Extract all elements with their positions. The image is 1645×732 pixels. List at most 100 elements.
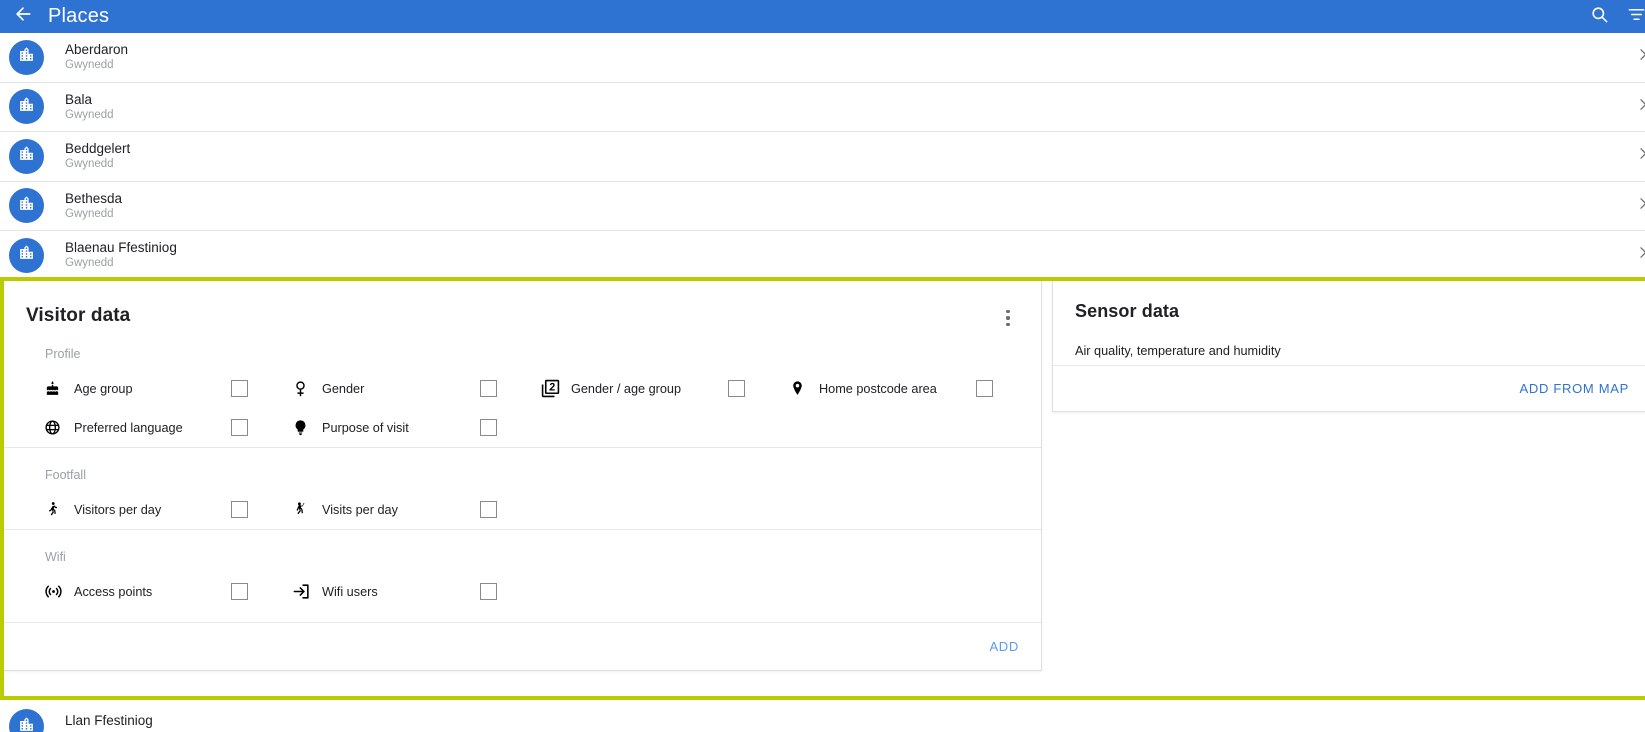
place-region: Gwynedd bbox=[65, 59, 114, 72]
place-list-item[interactable]: Bala Gwynedd bbox=[0, 82, 1645, 132]
place-list-item-partial[interactable]: Llan Ffestiniog bbox=[0, 696, 1645, 732]
option-checkbox[interactable] bbox=[231, 380, 248, 397]
option-checkbox[interactable] bbox=[480, 380, 497, 397]
avatar bbox=[9, 138, 44, 174]
option-label: Preferred language bbox=[74, 420, 183, 435]
login-arrow-icon bbox=[292, 582, 322, 601]
location-city-icon bbox=[18, 716, 35, 732]
data-panels: Visitor data Profile Age group Gender Ge… bbox=[3, 280, 1645, 697]
walking-person-icon bbox=[44, 501, 74, 518]
option-checkbox[interactable] bbox=[231, 419, 248, 436]
avatar bbox=[9, 39, 44, 75]
footfall-options-grid: Visitors per day Visits per day bbox=[26, 486, 1019, 529]
option-label: Visits per day bbox=[322, 502, 398, 517]
avatar bbox=[9, 188, 44, 224]
section-label-wifi: Wifi bbox=[45, 550, 66, 564]
option-gender-age-group[interactable]: Gender / age group bbox=[523, 369, 771, 408]
avatar bbox=[9, 237, 44, 273]
waving-person-icon bbox=[292, 501, 322, 518]
place-list-item[interactable]: Aberdaron Gwynedd bbox=[0, 33, 1645, 83]
visitor-card-header: Visitor data bbox=[4, 281, 1041, 327]
arrow-back-icon bbox=[13, 4, 33, 29]
option-label: Access points bbox=[74, 584, 153, 599]
wifi-options-grid: Access points Wifi users bbox=[26, 568, 1019, 611]
add-button[interactable]: ADD bbox=[989, 639, 1019, 654]
option-access-points[interactable]: Access points bbox=[26, 572, 274, 611]
place-name: Bethesda bbox=[65, 190, 123, 206]
search-button[interactable] bbox=[1577, 0, 1621, 33]
location-city-icon bbox=[18, 244, 35, 266]
more-vert-icon[interactable] bbox=[998, 308, 1018, 328]
place-text: Beddgelert Gwynedd bbox=[65, 140, 130, 172]
option-gender[interactable]: Gender bbox=[274, 369, 523, 408]
filter-list-icon bbox=[1627, 5, 1645, 29]
option-wifi-users[interactable]: Wifi users bbox=[274, 572, 523, 611]
option-label: Home postcode area bbox=[819, 381, 937, 396]
place-text: Bethesda Gwynedd bbox=[65, 190, 122, 222]
option-purpose-of-visit[interactable]: Purpose of visit bbox=[274, 408, 523, 447]
sensor-card-description: Air quality, temperature and humidity bbox=[1075, 344, 1281, 358]
lightbulb-icon bbox=[292, 419, 322, 436]
place-region: Gwynedd bbox=[65, 257, 114, 270]
section-footfall: Footfall Visitors per day Visits per day bbox=[4, 448, 1041, 529]
section-label-footfall: Footfall bbox=[45, 468, 86, 482]
app-bar: Places bbox=[0, 0, 1645, 33]
sensor-data-card: Sensor data Air quality, temperature and… bbox=[1052, 280, 1645, 412]
chevron-right-icon[interactable] bbox=[1635, 146, 1645, 167]
option-label: Purpose of visit bbox=[322, 420, 409, 435]
profile-options-grid: Age group Gender Gender / age group Home… bbox=[26, 365, 1019, 447]
places-screen: Places Aberdaron Gwynedd Bala Gwynedd Be… bbox=[0, 0, 1645, 732]
option-home-postcode-area[interactable]: Home postcode area bbox=[771, 369, 1019, 408]
search-icon bbox=[1590, 5, 1609, 29]
place-list-item[interactable]: Blaenau Ffestiniog Gwynedd bbox=[0, 231, 1645, 281]
cake-icon bbox=[44, 380, 74, 397]
option-checkbox[interactable] bbox=[976, 380, 993, 397]
section-label-profile: Profile bbox=[45, 347, 81, 361]
place-list-item[interactable]: Beddgelert Gwynedd bbox=[0, 132, 1645, 182]
option-checkbox[interactable] bbox=[480, 501, 497, 518]
section-profile: Profile Age group Gender Gender / age gr… bbox=[4, 327, 1041, 447]
place-list: Aberdaron Gwynedd Bala Gwynedd Beddgeler… bbox=[0, 33, 1645, 281]
option-label: Gender bbox=[322, 381, 365, 396]
place-text: Bala Gwynedd bbox=[65, 91, 114, 123]
chevron-right-icon[interactable] bbox=[1635, 195, 1645, 216]
place-text: Aberdaron Gwynedd bbox=[65, 41, 128, 73]
visitor-card-footer: ADD bbox=[4, 622, 1041, 670]
avatar bbox=[9, 89, 44, 125]
option-checkbox[interactable] bbox=[480, 583, 497, 600]
place-region: Gwynedd bbox=[65, 207, 114, 220]
option-visitors-per-day[interactable]: Visitors per day bbox=[26, 490, 274, 529]
location-city-icon bbox=[18, 46, 35, 68]
rss-broadcast-icon bbox=[44, 582, 74, 601]
visitor-data-card: Visitor data Profile Age group Gender Ge… bbox=[3, 280, 1042, 671]
sensor-card-header: Sensor data bbox=[1053, 281, 1645, 322]
avatar bbox=[9, 709, 44, 732]
place-name: Bala bbox=[65, 91, 93, 107]
back-button[interactable] bbox=[0, 0, 46, 33]
sensor-card-footer: ADD FROM MAP bbox=[1053, 365, 1645, 411]
location-city-icon bbox=[18, 96, 35, 118]
place-text: Llan Ffestiniog bbox=[65, 712, 153, 729]
language-globe-icon bbox=[44, 419, 74, 436]
add-from-map-button[interactable]: ADD FROM MAP bbox=[1519, 381, 1629, 396]
chevron-right-icon[interactable] bbox=[1635, 245, 1645, 266]
place-pin-icon bbox=[789, 380, 819, 397]
option-preferred-language[interactable]: Preferred language bbox=[26, 408, 274, 447]
option-label: Wifi users bbox=[322, 584, 378, 599]
chevron-right-icon[interactable] bbox=[1635, 47, 1645, 68]
place-text: Blaenau Ffestiniog Gwynedd bbox=[65, 239, 177, 271]
place-list-item[interactable]: Bethesda Gwynedd bbox=[0, 181, 1645, 231]
option-checkbox[interactable] bbox=[231, 501, 248, 518]
option-checkbox[interactable] bbox=[728, 380, 745, 397]
place-name: Beddgelert bbox=[65, 141, 131, 157]
chevron-right-icon[interactable] bbox=[1635, 96, 1645, 117]
option-label: Age group bbox=[74, 381, 133, 396]
location-city-icon bbox=[18, 145, 35, 167]
option-checkbox[interactable] bbox=[231, 583, 248, 600]
place-region: Gwynedd bbox=[65, 158, 114, 171]
place-region: Gwynedd bbox=[65, 108, 114, 121]
option-visits-per-day[interactable]: Visits per day bbox=[274, 490, 523, 529]
filter-button[interactable] bbox=[1621, 0, 1645, 33]
option-age-group[interactable]: Age group bbox=[26, 369, 274, 408]
option-checkbox[interactable] bbox=[480, 419, 497, 436]
